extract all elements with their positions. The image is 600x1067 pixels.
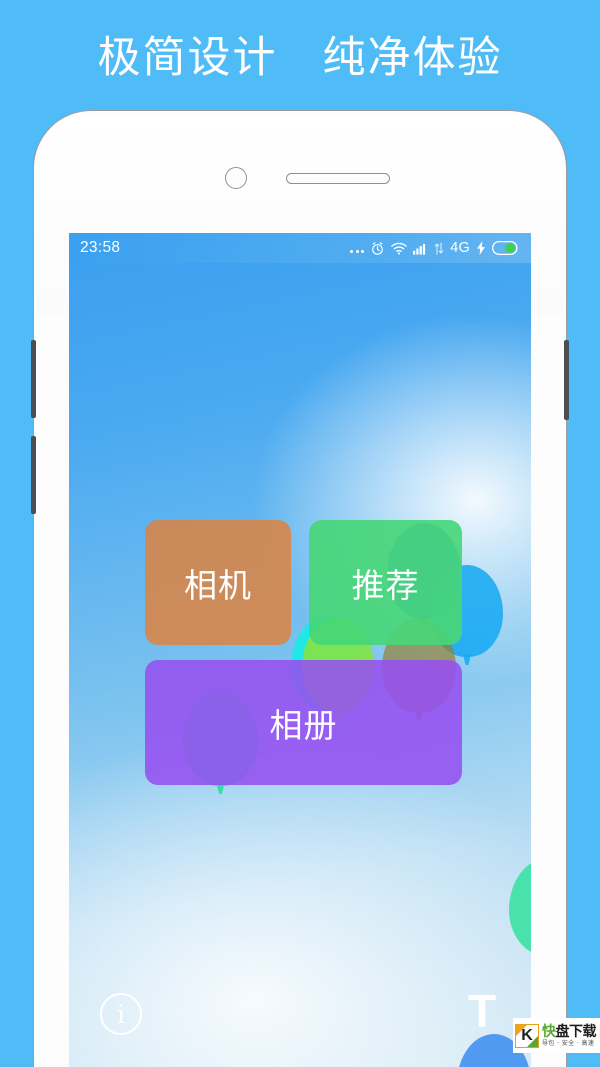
- promo-banner: 极简设计 纯净体验 相机 推荐 相册 i T 23:58 4G K 快盘下载 导…: [0, 0, 600, 1067]
- watermark-logo-icon: K: [515, 1023, 539, 1048]
- network-type-label: 4G: [450, 240, 470, 256]
- status-bar: 23:58 4G: [69, 233, 531, 263]
- watermark-brand-suffix: 盘下载: [555, 1023, 597, 1040]
- power-button[interactable]: [564, 340, 569, 420]
- watermark-brand: 快盘下载: [542, 1025, 596, 1039]
- tile-recommend[interactable]: 推荐: [309, 520, 462, 645]
- volume-up-button[interactable]: [31, 340, 36, 418]
- info-icon[interactable]: i: [100, 993, 142, 1035]
- tile-album-label: 相册: [269, 705, 338, 745]
- watermark-text: 快盘下载 导包 · 安全 · 高速: [542, 1025, 596, 1047]
- text-tool-icon[interactable]: T: [459, 988, 505, 1034]
- battery-icon: [492, 241, 518, 255]
- balloon-mint-right: [509, 858, 531, 956]
- watermark-brand-prefix: 快: [542, 1023, 556, 1040]
- page-title: 极简设计 纯净体验: [97, 33, 503, 83]
- tile-recommend-label: 推荐: [351, 565, 420, 605]
- status-icons: 4G: [350, 240, 520, 256]
- alarm-clock-icon: [372, 241, 384, 255]
- tile-camera[interactable]: 相机: [145, 520, 291, 645]
- volume-down-button[interactable]: [31, 436, 36, 514]
- ellipsis-icon: [350, 242, 365, 255]
- status-clock: 23:58: [80, 239, 121, 256]
- signal-bars-icon: [413, 243, 426, 255]
- camera-dot-icon: [225, 167, 247, 189]
- info-icon-label: i: [117, 999, 125, 1029]
- text-tool-label: T: [467, 985, 497, 1037]
- data-transfer-icon: [434, 241, 444, 255]
- speaker-slot-icon: [286, 173, 390, 184]
- tile-album[interactable]: 相册: [145, 660, 462, 785]
- tile-camera-label: 相机: [184, 565, 252, 605]
- watermark-logo-char: K: [521, 1026, 533, 1044]
- wifi-icon: [391, 242, 408, 255]
- phone-screen: 相机 推荐 相册 i T 23:58 4G: [69, 233, 531, 1067]
- watermark: K 快盘下载 导包 · 安全 · 高速: [513, 1018, 600, 1053]
- watermark-tagline: 导包 · 安全 · 高速: [542, 1039, 595, 1047]
- lightning-icon: [477, 241, 485, 255]
